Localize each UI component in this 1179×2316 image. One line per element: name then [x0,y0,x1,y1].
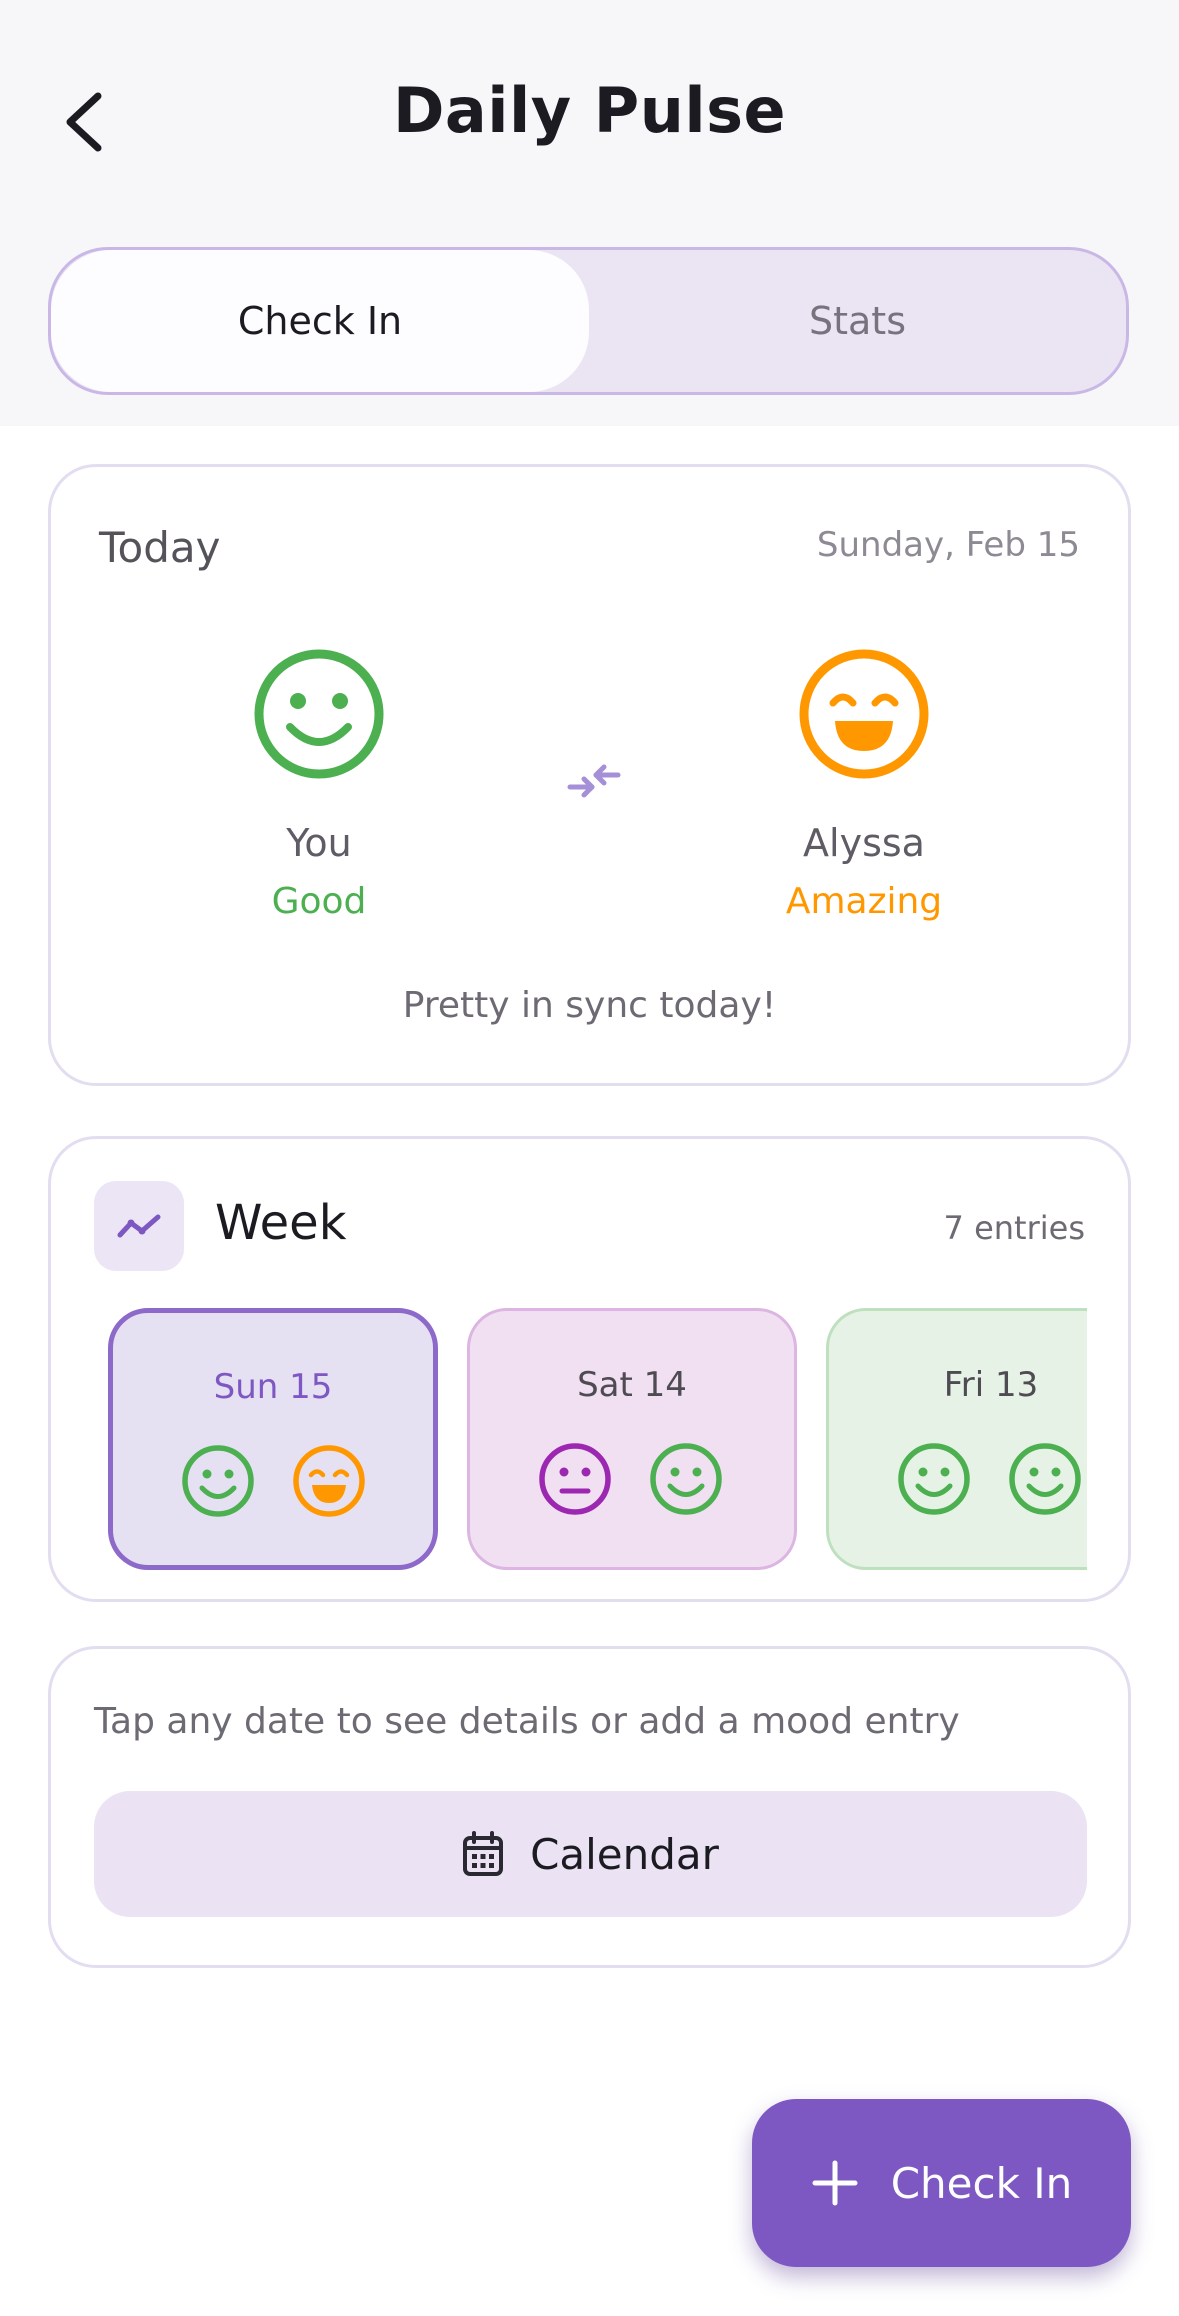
plus-icon [812,2160,858,2206]
tab-check-in[interactable]: Check In [51,250,589,392]
page-title: Daily Pulse [392,74,787,147]
day-card-sat-14[interactable]: Sat 14 [467,1308,797,1570]
calendar-button[interactable]: Calendar [94,1791,1087,1917]
day-card-fri-13[interactable]: Fri 13 [826,1308,1087,1570]
smile-face-icon [182,1445,254,1517]
smile-face-icon [254,649,384,779]
partner-name: Alyssa [803,821,925,865]
sync-message: Pretty in sync today! [402,985,777,1026]
smile-face-icon [898,1443,970,1515]
partner-mood[interactable]: Alyssa Amazing [714,647,1014,922]
today-card: Today Sunday, Feb 15 You Good Alyssa Ama… [48,464,1131,1086]
trend-line-icon [117,1214,161,1238]
day-card-sun-15[interactable]: Sun 15 [108,1308,438,1570]
neutral-face-icon [539,1443,611,1515]
smile-face-icon [1009,1443,1081,1515]
check-in-fab-label: Check In [890,2158,1073,2208]
day-label: Sat 14 [577,1365,687,1405]
grin-face-icon [799,649,929,779]
calendar-icon [463,1831,504,1876]
you-name: You [286,821,352,865]
week-card: Week 7 entries Sun 15 Sat 14 Fri 13 [48,1136,1131,1602]
today-label: Today [99,523,221,572]
today-date: Sunday, Feb 15 [816,525,1080,565]
week-icon-box [94,1181,184,1271]
you-mood[interactable]: You Good [169,647,469,922]
week-entry-count: 7 entries [943,1209,1085,1247]
segmented-control: Check In Stats [48,247,1129,395]
you-mood-label: Good [271,881,367,922]
header-area: Daily Pulse Check In Stats [0,0,1179,426]
week-title: Week [215,1195,347,1251]
partner-mood-label: Amazing [785,881,943,922]
tab-stats[interactable]: Stats [589,250,1126,392]
calendar-card: Tap any date to see details or add a moo… [48,1646,1131,1968]
week-days-strip[interactable]: Sun 15 Sat 14 Fri 13 [108,1308,1087,1574]
day-label: Sun 15 [213,1367,333,1407]
calendar-hint: Tap any date to see details or add a moo… [94,1701,960,1742]
arrows-converge-icon [567,764,621,798]
smile-face-icon [650,1443,722,1515]
grin-face-icon [293,1445,365,1517]
check-in-fab[interactable]: Check In [752,2099,1131,2267]
calendar-button-label: Calendar [530,1829,719,1879]
day-label: Fri 13 [943,1365,1039,1405]
